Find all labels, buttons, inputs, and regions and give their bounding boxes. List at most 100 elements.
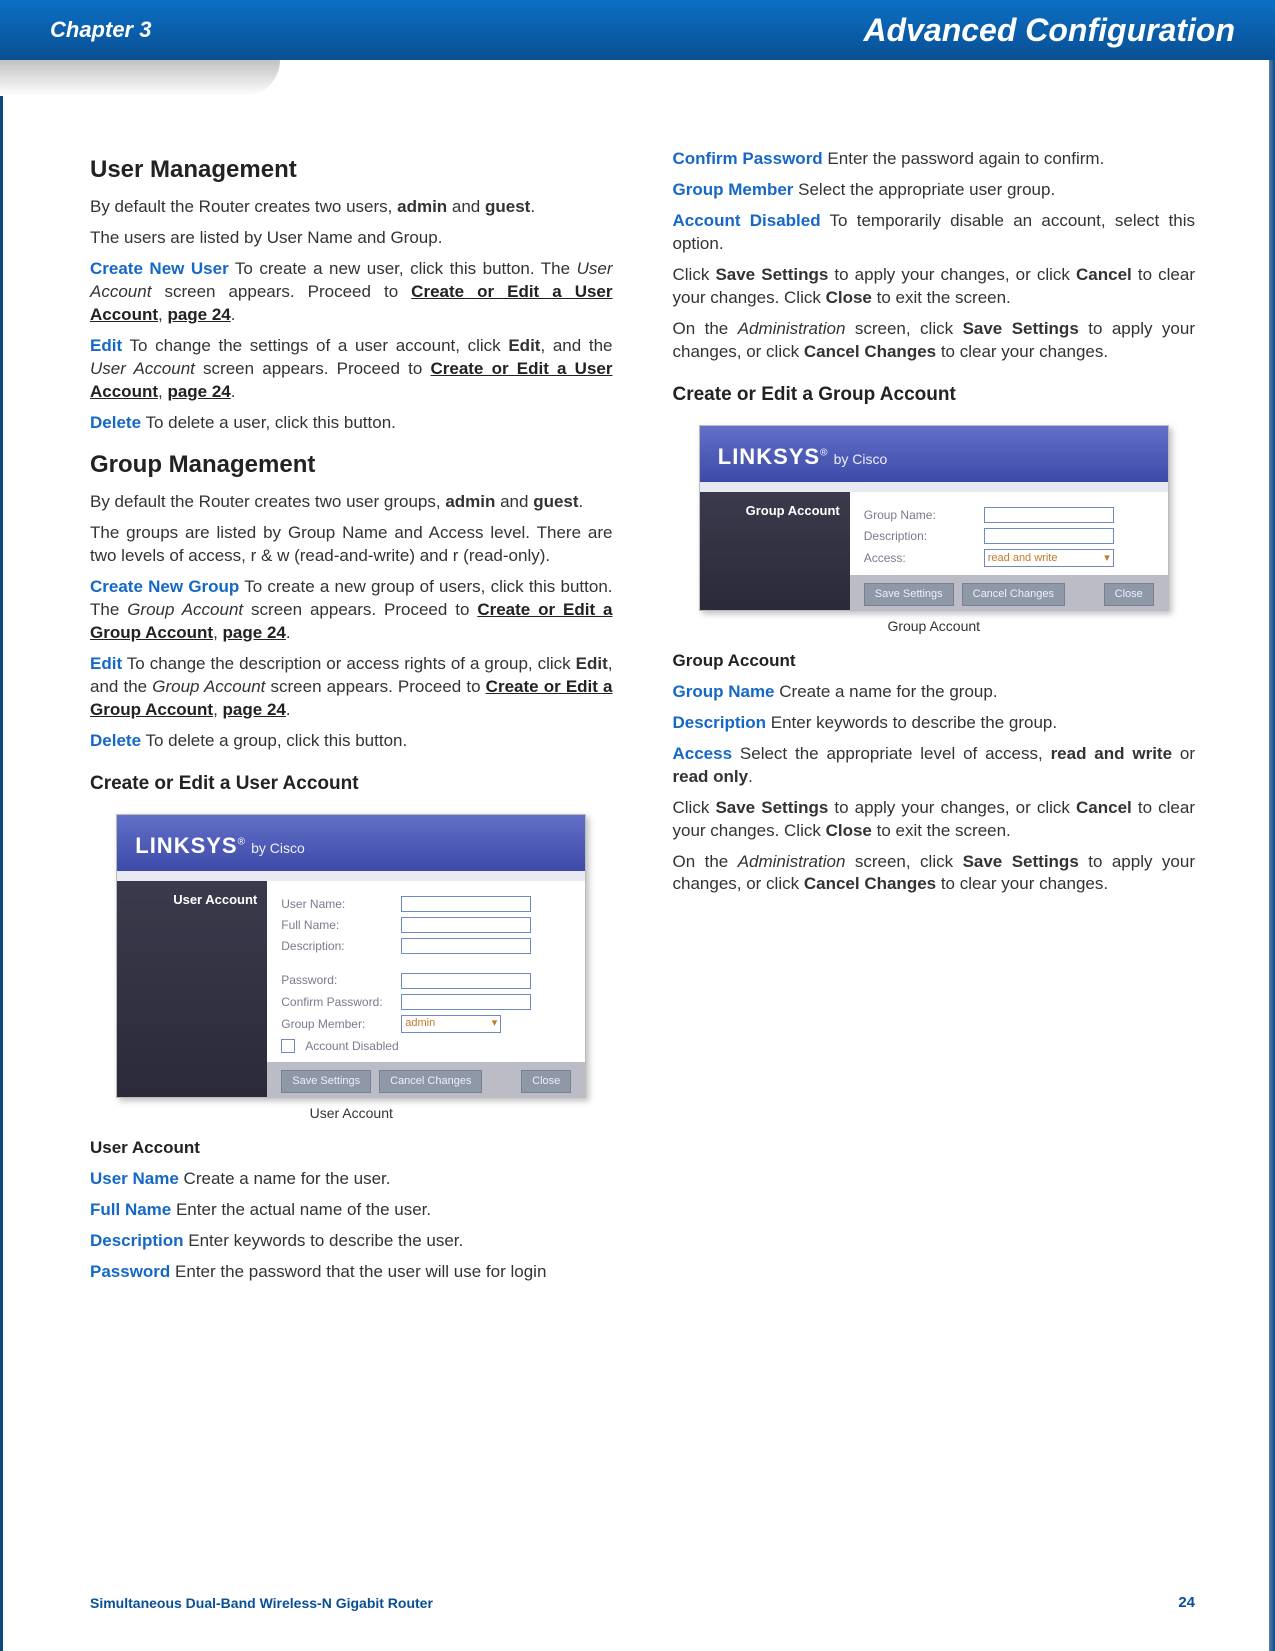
gm-intro-2: The groups are listed by Group Name and … xyxy=(90,522,613,568)
screenshot-header: LINKSYS® by Cisco xyxy=(117,815,585,871)
text: Enter the actual name of the user. xyxy=(171,1200,431,1219)
cancel-changes-button[interactable]: Cancel Changes xyxy=(962,583,1065,606)
label: User Name: xyxy=(281,896,391,912)
field-label: User Name xyxy=(90,1169,179,1188)
input-fullname[interactable] xyxy=(401,917,531,933)
link-page-24[interactable]: page 24 xyxy=(223,700,286,719)
text: Save Settings xyxy=(963,852,1079,871)
text: to clear your changes. xyxy=(936,342,1108,361)
cancel-changes-button[interactable]: Cancel Changes xyxy=(379,1070,482,1093)
close-button[interactable]: Close xyxy=(521,1070,571,1093)
row-access: Access:read and write▾ xyxy=(864,549,1154,567)
text: . xyxy=(231,305,236,324)
ua-password: Password Enter the password that the use… xyxy=(90,1261,613,1284)
input-username[interactable] xyxy=(401,896,531,912)
account-disabled: Account Disabled To temporarily disable … xyxy=(673,210,1196,256)
screenshot-main: User Name: Full Name: Description: Passw… xyxy=(267,881,585,1097)
ua-description: Description Enter keywords to describe t… xyxy=(90,1230,613,1253)
select-group[interactable]: admin ▾ xyxy=(401,1015,501,1033)
um-delete: Delete To delete a user, click this butt… xyxy=(90,412,613,435)
caption-group-account: Group Account xyxy=(673,617,1196,636)
select-value: admin xyxy=(405,1016,435,1031)
text: . xyxy=(231,382,236,401)
text: To delete a user, click this button. xyxy=(141,413,396,432)
chevron-down-icon: ▾ xyxy=(492,1016,498,1031)
text: read and write xyxy=(1051,744,1172,763)
ga-description: Description Enter keywords to describe t… xyxy=(673,712,1196,735)
heading-user-management: User Management xyxy=(90,154,613,186)
checkbox-disabled[interactable] xyxy=(281,1039,295,1053)
row-description: Description: xyxy=(281,938,571,954)
text: By default the Router creates two users, xyxy=(90,197,397,216)
text: Cancel xyxy=(1076,798,1132,817)
text: To create a new user, click this button.… xyxy=(229,259,577,278)
link-page-24[interactable]: page 24 xyxy=(167,305,230,324)
text: Click xyxy=(673,265,716,284)
link-page-24[interactable]: page 24 xyxy=(167,382,230,401)
input-confirm[interactable] xyxy=(401,994,531,1010)
label: Account Disabled xyxy=(305,1038,398,1054)
text: admin xyxy=(445,492,495,511)
text: . xyxy=(286,700,291,719)
text: Select the appropriate user group. xyxy=(793,180,1055,199)
text: , xyxy=(213,623,222,642)
ua-fullname: Full Name Enter the actual name of the u… xyxy=(90,1199,613,1222)
input-description[interactable] xyxy=(401,938,531,954)
field-label: Account Disabled xyxy=(673,211,821,230)
content: User Management By default the Router cr… xyxy=(0,60,1275,1291)
gm-create-new-group: Create New Group To create a new group o… xyxy=(90,576,613,645)
screenshot-tabs xyxy=(117,871,585,881)
label: Group Name: xyxy=(864,507,974,523)
brand-logo: LINKSYS xyxy=(718,444,820,469)
row-disabled: Account Disabled xyxy=(281,1038,571,1054)
text: admin xyxy=(397,197,447,216)
text: screen appears. Proceed to xyxy=(195,359,431,378)
field-label: Create New Group xyxy=(90,577,239,596)
text: Cancel Changes xyxy=(804,342,936,361)
um-intro-2: The users are listed by User Name and Gr… xyxy=(90,227,613,250)
input-groupname[interactable] xyxy=(984,507,1114,523)
text: Edit xyxy=(576,654,608,673)
label: Description: xyxy=(281,938,391,954)
text: to exit the screen. xyxy=(872,821,1011,840)
field-label: Group Name xyxy=(673,682,775,701)
subheading-user-account: User Account xyxy=(90,1137,613,1160)
subheading-group-account: Group Account xyxy=(673,650,1196,673)
text: Save Settings xyxy=(715,265,828,284)
gm-edit: Edit To change the description or access… xyxy=(90,653,613,722)
field-label: Edit xyxy=(90,336,122,355)
screenshot-body: User Account User Name: Full Name: Descr… xyxy=(117,881,585,1097)
select-access[interactable]: read and write▾ xyxy=(984,549,1114,567)
row-confirm: Confirm Password: xyxy=(281,994,571,1010)
input-description[interactable] xyxy=(984,528,1114,544)
save-settings-button[interactable]: Save Settings xyxy=(281,1070,371,1093)
button-row: Save Settings Cancel Changes Close xyxy=(850,575,1168,610)
screenshot-sidebar: User Account xyxy=(117,881,267,1097)
save-settings-button[interactable]: Save Settings xyxy=(864,583,954,606)
screenshot-group-account: LINKSYS® by Cisco Group Account Group Na… xyxy=(699,425,1169,611)
reg-mark: ® xyxy=(820,448,827,459)
input-password[interactable] xyxy=(401,973,531,989)
ga-groupname: Group Name Create a name for the group. xyxy=(673,681,1196,704)
text: Administration xyxy=(738,852,846,871)
um-intro-1: By default the Router creates two users,… xyxy=(90,196,613,219)
heading-create-edit-group: Create or Edit a Group Account xyxy=(673,382,1196,408)
text: Select the appropriate level of access, xyxy=(732,744,1051,763)
screenshot-body: Group Account Group Name: Description: A… xyxy=(700,492,1168,610)
text: Cancel Changes xyxy=(804,874,936,893)
text: and xyxy=(447,197,485,216)
text: . xyxy=(579,492,584,511)
text: screen, click xyxy=(845,852,962,871)
text: to clear your changes. xyxy=(936,874,1108,893)
brand-logo: LINKSYS xyxy=(135,833,237,858)
text: On the xyxy=(673,319,738,338)
text: , and the xyxy=(540,336,612,355)
screenshot-main: Group Name: Description: Access:read and… xyxy=(850,492,1168,610)
reg-mark: ® xyxy=(238,837,245,848)
link-page-24[interactable]: page 24 xyxy=(223,623,286,642)
text: and xyxy=(495,492,533,511)
screenshot-tabs xyxy=(700,482,1168,492)
close-button[interactable]: Close xyxy=(1104,583,1154,606)
text: Enter keywords to describe the user. xyxy=(184,1231,464,1250)
text: guest xyxy=(485,197,530,216)
